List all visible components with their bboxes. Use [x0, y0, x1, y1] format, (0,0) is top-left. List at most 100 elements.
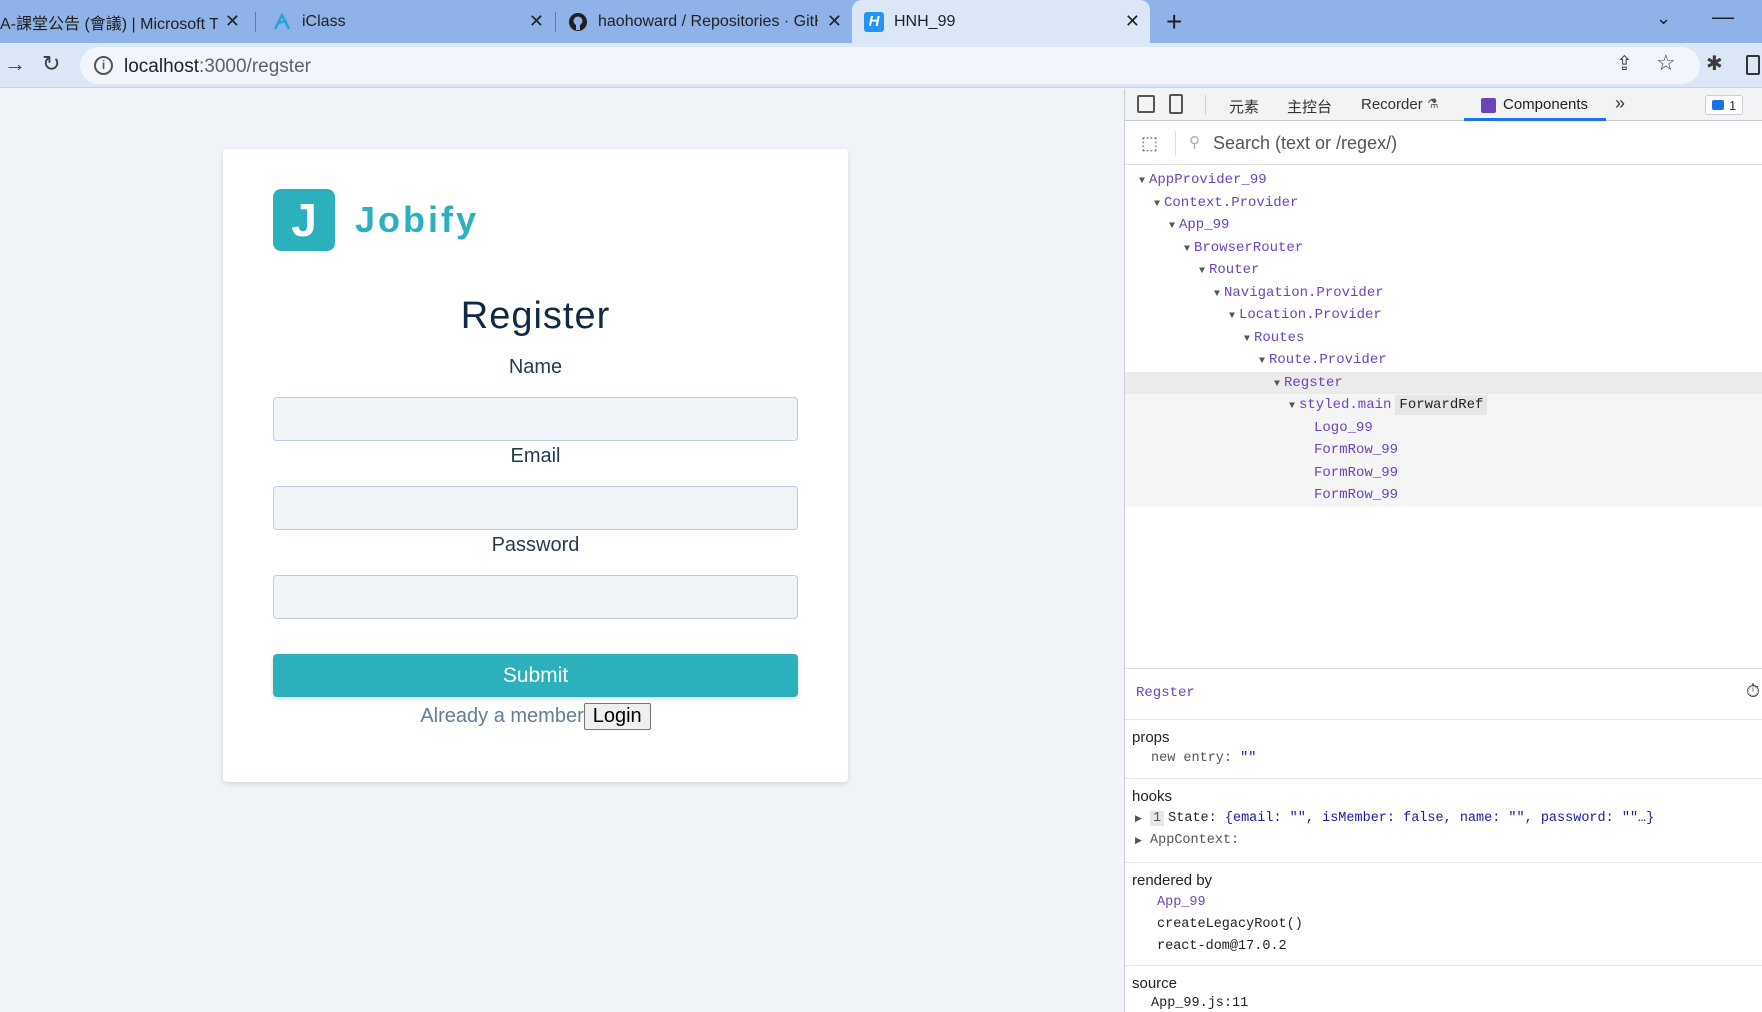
site-info-icon[interactable]: i: [94, 56, 113, 75]
rendered-by-react-dom: react-dom@17.0.2: [1157, 939, 1287, 954]
browser-tab-hnh99[interactable]: H HNH_99 ✕: [852, 0, 1150, 43]
tab-elements[interactable]: 元素: [1229, 96, 1259, 117]
hnh-favicon-icon: H: [864, 11, 884, 32]
reload-icon[interactable]: ↻: [42, 51, 60, 77]
browser-tab-iclass[interactable]: iClass ✕: [260, 0, 554, 43]
share-icon[interactable]: ⇪: [1616, 51, 1633, 76]
hook-context-row[interactable]: ▶ AppContext:: [1135, 833, 1239, 848]
password-input[interactable]: [273, 575, 798, 619]
select-component-icon[interactable]: ⬚: [1141, 133, 1158, 154]
component-tree: ▼ AppProvider_99 ▼ Context.Provider ▼ App_99 ▼…: [1125, 169, 1762, 507]
source-section-title: source: [1132, 975, 1178, 992]
address-bar[interactable]: i localhost:3000/regster ⇪ ☆: [80, 47, 1700, 84]
caret-down-icon[interactable]: ▼: [1165, 216, 1179, 239]
browser-tab-github[interactable]: haohoward / Repositories · GitH ✕: [556, 0, 852, 43]
devtools-panel: 元素 主控台 Recorder ⚗ Components » 1 ⬚ ⚲ ▼Ap…: [1124, 89, 1762, 1012]
tab-title: haohoward / Repositories · GitH: [598, 12, 818, 30]
device-toolbar-icon[interactable]: [1169, 94, 1183, 114]
close-icon[interactable]: ✕: [225, 11, 240, 32]
close-icon[interactable]: ✕: [529, 11, 544, 32]
inspect-element-icon[interactable]: [1137, 95, 1155, 113]
components-search-input[interactable]: [1213, 129, 1733, 157]
tree-node-label: Navigation.Provider: [1224, 284, 1384, 301]
submit-button[interactable]: Submit: [273, 654, 798, 697]
tree-node-badge: ForwardRef: [1395, 395, 1488, 415]
caret-down-icon[interactable]: ▼: [1180, 239, 1194, 262]
caret-down-icon[interactable]: ▼: [1255, 351, 1269, 374]
caret-down-icon[interactable]: ▼: [1210, 284, 1224, 307]
page-title: Register: [460, 295, 611, 337]
forward-arrow-icon[interactable]: →: [4, 51, 26, 77]
tree-node[interactable]: ▼ App_99: [1125, 214, 1762, 237]
tab-console[interactable]: 主控台: [1287, 96, 1332, 117]
caret-down-icon[interactable]: ▼: [1270, 374, 1284, 397]
caret-down-icon[interactable]: ▼: [1240, 329, 1254, 352]
side-panel-icon[interactable]: [1746, 55, 1760, 75]
email-input[interactable]: [273, 486, 798, 530]
hook-state-row[interactable]: ▶ 1 State: {email: "", isMember: false, n…: [1135, 811, 1654, 826]
tree-node[interactable]: ▼ Location.Provider: [1125, 304, 1762, 327]
tree-node[interactable]: ▼ Regster: [1125, 371, 1762, 397]
tree-node[interactable]: FormRow_99: [1125, 484, 1762, 507]
tree-node[interactable]: ▼ Route.Provider: [1125, 349, 1762, 372]
tab-separator: [255, 12, 256, 32]
close-icon[interactable]: ✕: [827, 11, 842, 32]
bookmark-star-icon[interactable]: ☆: [1656, 50, 1676, 76]
caret-down-icon[interactable]: ▼: [1150, 194, 1164, 217]
tree-node[interactable]: ▼ BrowserRouter: [1125, 237, 1762, 260]
iclass-favicon-icon: [272, 11, 292, 32]
caret-down-icon[interactable]: ▼: [1285, 396, 1299, 419]
tree-node-label: Context.Provider: [1164, 194, 1299, 211]
tree-node[interactable]: FormRow_99: [1125, 439, 1762, 462]
tree-node-label: FormRow_99: [1314, 464, 1399, 481]
tab-recorder[interactable]: Recorder: [1361, 96, 1423, 113]
issues-badge[interactable]: 1: [1705, 95, 1744, 115]
caret-down-icon[interactable]: ▼: [1135, 171, 1149, 194]
login-button[interactable]: Login: [583, 703, 651, 730]
window-minimize-icon[interactable]: —: [1712, 4, 1734, 30]
react-components-icon: [1481, 98, 1496, 113]
new-tab-icon[interactable]: +: [1166, 6, 1182, 38]
props-new-entry[interactable]: new entry: "": [1151, 751, 1256, 766]
tree-node[interactable]: FormRow_99: [1125, 461, 1762, 484]
search-icon: ⚲: [1189, 134, 1200, 151]
tree-node[interactable]: ▼ Context.Provider: [1125, 192, 1762, 215]
stopwatch-icon[interactable]: ⏱: [1746, 681, 1760, 702]
tree-node[interactable]: ▼ styled.main ForwardRef: [1125, 394, 1762, 417]
close-icon[interactable]: ✕: [1125, 11, 1140, 32]
logo: J Jobify: [273, 189, 479, 251]
caret-down-icon[interactable]: ▼: [1195, 261, 1209, 284]
tree-node[interactable]: ▼ AppProvider_99: [1125, 169, 1762, 192]
name-label: Name: [508, 356, 563, 378]
tab-search-chevron-icon[interactable]: ⌄: [1656, 8, 1671, 29]
tab-components[interactable]: Components: [1503, 96, 1588, 113]
url-text[interactable]: localhost:3000/regster: [124, 56, 311, 78]
tree-node[interactable]: ▼ Navigation.Provider: [1125, 282, 1762, 305]
browser-tab-teams[interactable]: A-課堂公告 (會議) | Microsoft Te ✕: [0, 0, 250, 43]
caret-down-icon[interactable]: ▼: [1225, 306, 1239, 329]
tab-title: A-課堂公告 (會議) | Microsoft Te: [0, 15, 218, 33]
tree-node[interactable]: Logo_99: [1125, 416, 1762, 439]
tree-node-label: styled.main: [1299, 397, 1392, 413]
name-input[interactable]: [273, 397, 798, 441]
logo-icon: J: [273, 189, 335, 251]
register-form-card: J Jobify Register Name Email Password Su…: [223, 149, 848, 782]
tree-node[interactable]: ▼ Routes: [1125, 327, 1762, 350]
browser-tab-strip: A-課堂公告 (會議) | Microsoft Te ✕ iClass ✕ ha…: [0, 0, 1762, 43]
tree-node-label: FormRow_99: [1314, 487, 1399, 503]
rendered-by-title: rendered by: [1132, 872, 1213, 889]
props-section-title: props: [1132, 729, 1170, 746]
rendered-by-root: createLegacyRoot(): [1157, 917, 1303, 932]
source-location[interactable]: App_99.js:11: [1151, 996, 1248, 1011]
tree-node-label: FormRow_99: [1314, 442, 1399, 458]
more-tabs-icon[interactable]: »: [1615, 93, 1625, 114]
tree-node-label: Route.Provider: [1269, 352, 1387, 368]
password-label: Password: [491, 534, 580, 556]
tree-node-label: AppProvider_99: [1149, 172, 1267, 188]
rendered-by-app[interactable]: App_99: [1157, 895, 1206, 910]
tree-node-label: Logo_99: [1314, 419, 1373, 436]
email-label: Email: [510, 445, 561, 467]
tree-node-label: Router: [1209, 262, 1260, 278]
tree-node[interactable]: ▼ Router: [1125, 259, 1762, 282]
extensions-puzzle-icon[interactable]: ✱: [1706, 51, 1723, 76]
